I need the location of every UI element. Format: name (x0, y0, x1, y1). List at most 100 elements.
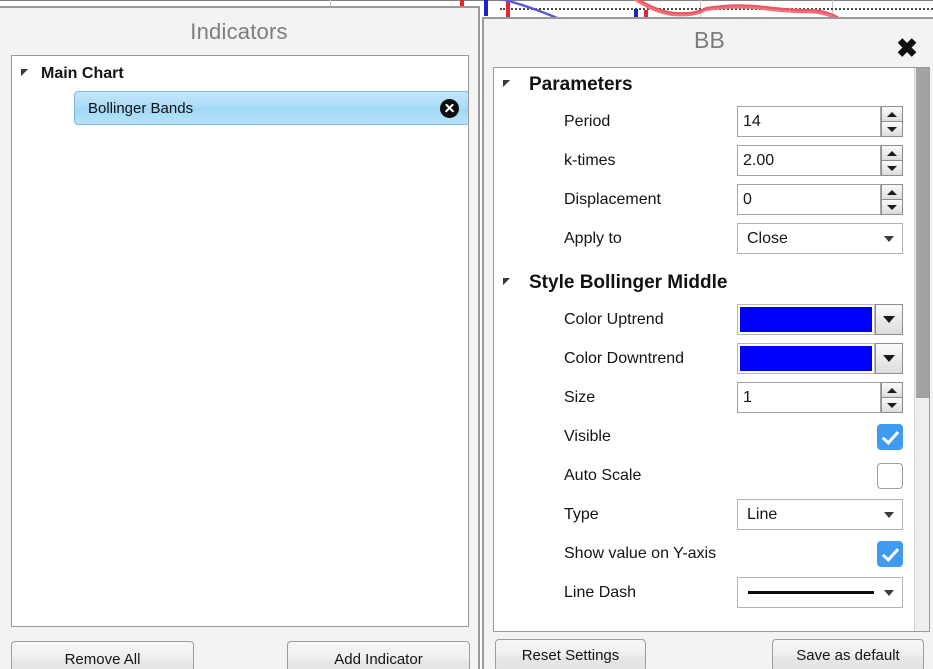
row-show-value-on-y-axis: Show value on Y-axis (494, 534, 915, 573)
triangle-down-icon (887, 402, 897, 408)
color-uptrend-dropdown-button[interactable] (875, 304, 903, 335)
triangle-up-icon (887, 387, 897, 393)
indicator-tree-list[interactable]: Main Chart Bollinger Bands (11, 55, 469, 627)
section-header-parameters[interactable]: Parameters (494, 68, 915, 102)
row-label: Type (564, 505, 599, 523)
row-period: Period 14 (494, 102, 915, 141)
row-label: Color Downtrend (564, 349, 685, 367)
row-label: Color Uptrend (564, 310, 664, 328)
color-downtrend-dropdown-button[interactable] (875, 343, 903, 374)
visible-checkbox[interactable] (877, 423, 903, 450)
stepper-buttons[interactable] (881, 184, 903, 215)
line-dash-select[interactable] (737, 577, 903, 608)
chevron-down-icon (883, 316, 895, 323)
color-uptrend-swatch[interactable] (737, 304, 875, 335)
triangle-collapse-icon[interactable] (502, 79, 515, 92)
section-title: Style Bollinger Middle (529, 272, 728, 293)
vertical-scrollbar[interactable] (914, 68, 929, 631)
type-select[interactable]: Line (737, 499, 903, 530)
remove-circle-x-icon[interactable] (440, 98, 459, 118)
k-times-stepper[interactable]: 2.00 (737, 145, 903, 176)
tree-group-main-chart[interactable]: Main Chart (12, 63, 468, 85)
stepper-down-button[interactable] (881, 161, 903, 176)
bb-settings-content: Parameters Period 14 k-times 2.00 Displa… (494, 68, 915, 631)
row-label: k-times (564, 151, 616, 169)
stepper-up-button[interactable] (881, 106, 903, 122)
tree-group-label: Main Chart (41, 65, 124, 82)
period-stepper[interactable]: 14 (737, 106, 903, 137)
app-root: Indicators Main Chart Bollinger Bands Re… (0, 0, 933, 669)
triangle-up-icon (887, 189, 897, 195)
color-downtrend-picker[interactable] (737, 343, 903, 374)
displacement-input[interactable]: 0 (737, 184, 881, 215)
apply-to-value: Close (747, 229, 788, 247)
add-indicator-button[interactable]: Add Indicator (287, 641, 470, 669)
row-displacement: Displacement 0 (494, 180, 915, 219)
row-label: Visible (564, 427, 611, 445)
triangle-collapse-icon[interactable] (20, 68, 33, 81)
bb-dialog-title: BB (693, 27, 726, 53)
row-color-uptrend: Color Uptrend (494, 300, 915, 339)
stepper-buttons[interactable] (881, 382, 903, 413)
row-label: Period (564, 112, 611, 130)
row-auto-scale: Auto Scale (494, 456, 915, 495)
row-k-times: k-times 2.00 (494, 141, 915, 180)
row-label: Show value on Y-axis (564, 544, 717, 562)
row-line-dash: Line Dash (494, 573, 915, 612)
k-times-input[interactable]: 2.00 (737, 145, 881, 176)
row-label: Apply to (564, 229, 622, 247)
close-x-icon[interactable]: ✖ (893, 34, 921, 62)
stepper-up-button[interactable] (881, 184, 903, 200)
section-header-style-bollinger-middle[interactable]: Style Bollinger Middle (494, 266, 915, 300)
auto-scale-checkbox[interactable] (877, 462, 903, 489)
displacement-stepper[interactable]: 0 (737, 184, 903, 215)
color-fill (740, 307, 872, 332)
chevron-down-icon (884, 511, 894, 518)
indicators-panel: Indicators Main Chart Bollinger Bands Re… (0, 6, 480, 669)
size-input[interactable]: 1 (737, 382, 881, 413)
indicators-panel-title: Indicators (190, 19, 288, 44)
bb-settings-scroll-area: Parameters Period 14 k-times 2.00 Displa… (493, 67, 930, 632)
period-input[interactable]: 14 (737, 106, 881, 137)
type-value: Line (747, 505, 778, 523)
row-label: Auto Scale (564, 466, 642, 484)
color-fill (740, 346, 872, 371)
show-value-on-y-axis-checkbox[interactable] (877, 540, 903, 567)
section-title: Parameters (529, 74, 633, 95)
triangle-up-icon (887, 111, 897, 117)
triangle-down-icon (887, 204, 897, 210)
stepper-down-button[interactable] (881, 200, 903, 215)
stepper-up-button[interactable] (881, 382, 903, 398)
color-uptrend-picker[interactable] (737, 304, 903, 335)
stepper-buttons[interactable] (881, 145, 903, 176)
chevron-down-icon (883, 355, 895, 362)
remove-all-button[interactable]: Remove All (11, 641, 194, 669)
stepper-down-button[interactable] (881, 122, 903, 137)
vertical-scrollbar-thumb[interactable] (916, 68, 929, 398)
triangle-down-icon (887, 165, 897, 171)
chevron-down-icon (884, 589, 894, 596)
row-visible: Visible (494, 417, 915, 456)
row-label: Displacement (564, 190, 661, 208)
triangle-up-icon (887, 150, 897, 156)
solid-line-preview-icon (748, 591, 874, 594)
bb-settings-dialog: BB ✖ Parameters Period 14 k-times 2.00 D… (482, 17, 933, 669)
row-color-downtrend: Color Downtrend (494, 339, 915, 378)
row-type: Type Line (494, 495, 915, 534)
reset-settings-button[interactable]: Reset Settings (495, 639, 646, 669)
list-item-bollinger-bands[interactable]: Bollinger Bands (74, 91, 468, 125)
chevron-down-icon (884, 235, 894, 242)
triangle-collapse-icon[interactable] (502, 277, 515, 290)
triangle-down-icon (887, 126, 897, 132)
color-downtrend-swatch[interactable] (737, 343, 875, 374)
stepper-buttons[interactable] (881, 106, 903, 137)
stepper-up-button[interactable] (881, 145, 903, 161)
row-size: Size 1 (494, 378, 915, 417)
apply-to-select[interactable]: Close (737, 223, 903, 254)
stepper-down-button[interactable] (881, 398, 903, 413)
size-stepper[interactable]: 1 (737, 382, 903, 413)
row-label: Line Dash (564, 583, 637, 601)
save-as-default-button[interactable]: Save as default (772, 639, 924, 669)
row-label: Size (564, 388, 596, 406)
list-item-label: Bollinger Bands (88, 99, 194, 117)
